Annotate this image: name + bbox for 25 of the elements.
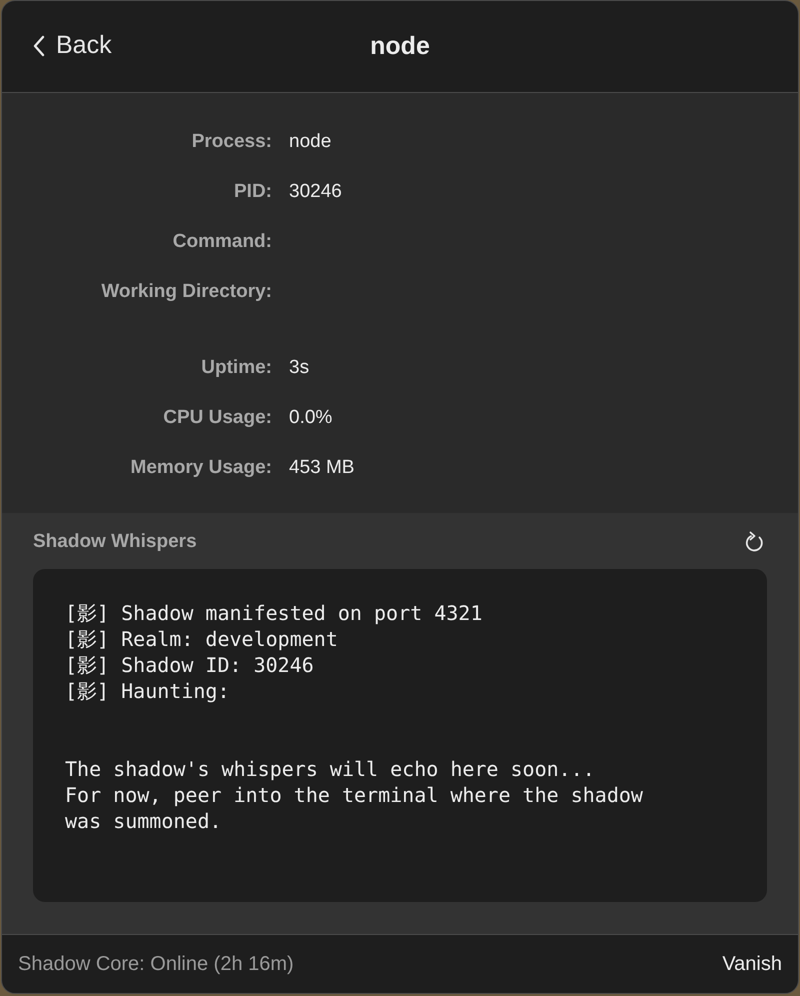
log-line: [影] Shadow ID: 30246 <box>65 652 315 678</box>
field-label: Uptime: <box>200 357 272 379</box>
log-line: [影] Realm: development <box>65 626 339 652</box>
status-text: Shadow Core: Online (2h 16m) <box>18 952 294 976</box>
field-value: 3s <box>289 357 310 379</box>
field-value: node <box>289 131 332 153</box>
back-button[interactable]: Back <box>32 31 112 60</box>
field-label: CPU Usage: <box>162 407 272 429</box>
field-value: 30246 <box>289 181 342 203</box>
log-line: [影] Haunting: <box>65 678 230 704</box>
message-text: For now, peer into the terminal where the shadow was summoned. <box>65 782 644 834</box>
field-value: 453 MB <box>289 457 354 479</box>
refresh-icon[interactable] <box>745 531 765 553</box>
field-label: Working Directory: <box>100 281 272 303</box>
field-label: Process: <box>190 131 272 153</box>
field-label: PID: <box>233 181 272 203</box>
field-label: Command: <box>172 231 272 253</box>
chevron-left-icon <box>32 34 46 56</box>
field-label: Memory Usage: <box>130 457 272 479</box>
window-title: node <box>370 32 430 61</box>
vanish-button[interactable]: Vanish <box>722 948 782 980</box>
section-title: Shadow Whispers <box>33 531 197 553</box>
field-value: 0.0% <box>289 407 332 429</box>
message-text: The shadow's whispers will echo here soon... <box>65 756 596 782</box>
log-line: [影] Shadow manifested on port 4321 <box>65 600 484 626</box>
